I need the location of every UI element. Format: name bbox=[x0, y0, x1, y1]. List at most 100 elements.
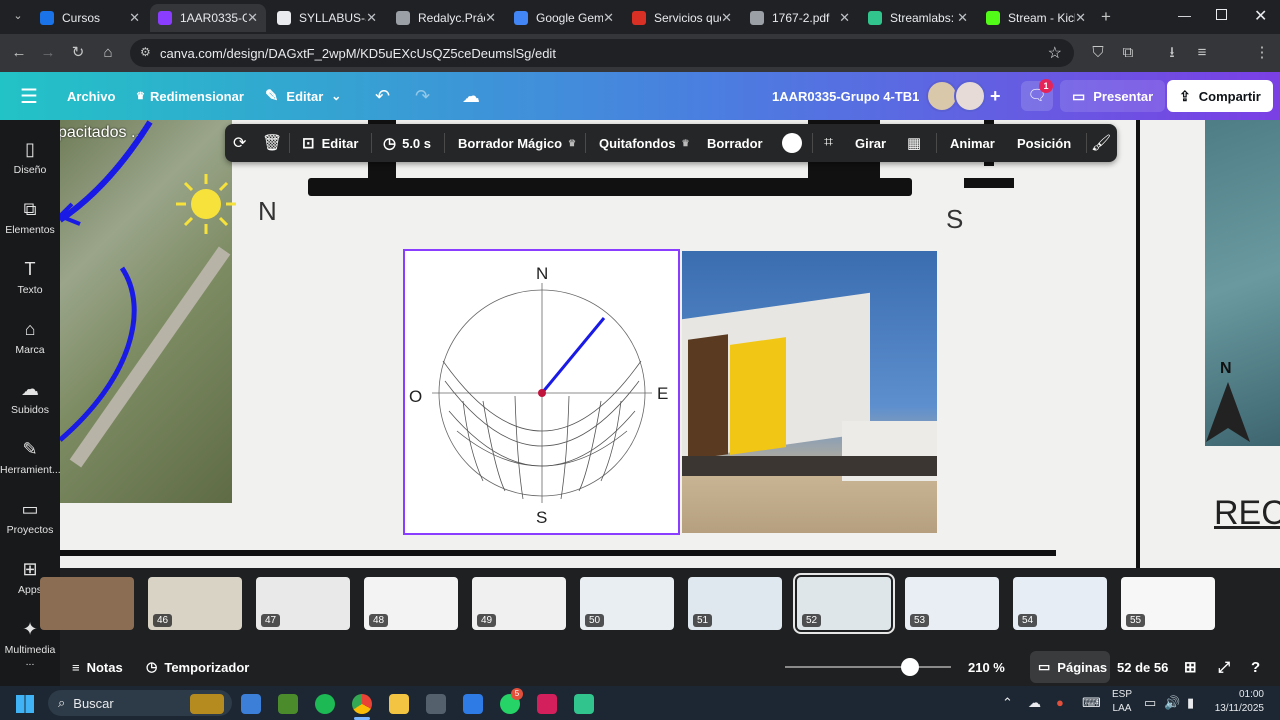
browser-tab[interactable]: SYLLABUS-S ✕ bbox=[269, 4, 385, 32]
quitafondos-button[interactable]: Quitafondos ♛ bbox=[599, 124, 690, 162]
zoom-slider[interactable] bbox=[785, 658, 951, 676]
grid-view-icon[interactable]: ⊞ bbox=[1184, 648, 1197, 686]
tab-close-icon[interactable]: ✕ bbox=[1075, 10, 1086, 26]
crop-icon[interactable]: ⌗ bbox=[824, 124, 833, 162]
posicion-button[interactable]: Posición bbox=[1017, 124, 1071, 162]
page-thumbnail[interactable]: 52 bbox=[793, 573, 895, 634]
tab-search-icon[interactable]: ⌄ bbox=[10, 9, 26, 25]
extension-shield-icon[interactable]: ⛉ bbox=[1088, 43, 1108, 63]
tab-close-icon[interactable]: ✕ bbox=[129, 10, 140, 26]
borrador-button[interactable]: Borrador bbox=[707, 124, 763, 162]
replace-icon[interactable]: ⟳ bbox=[233, 124, 246, 162]
forward-icon[interactable]: → bbox=[38, 43, 58, 63]
reload-icon[interactable]: ↻ bbox=[68, 43, 88, 63]
undo-icon[interactable]: ↶ bbox=[375, 72, 390, 120]
rail-item-2[interactable]: ⧉ Elementos bbox=[0, 198, 60, 236]
chrome-icon[interactable] bbox=[352, 694, 372, 714]
redo-icon[interactable]: ↷ bbox=[415, 72, 430, 120]
design-canvas[interactable]: pacitados ... N S N S E O N REC bbox=[60, 120, 1280, 568]
help-icon[interactable]: ? bbox=[1251, 648, 1260, 686]
app-cube-icon[interactable] bbox=[426, 694, 446, 714]
archivo-button[interactable]: Archivo bbox=[67, 72, 115, 120]
building-photo[interactable] bbox=[682, 251, 937, 533]
fullscreen-icon[interactable]: ⤢ bbox=[1218, 648, 1230, 686]
media-icon[interactable]: ≡ bbox=[1192, 43, 1212, 63]
menu-icon[interactable]: ☰ bbox=[20, 72, 38, 120]
rail-item-1[interactable]: ▯ Diseño bbox=[0, 138, 60, 176]
rail-item-6[interactable]: ✎ Herramient... bbox=[0, 438, 61, 476]
temporizador-button[interactable]: ◷ Temporizador bbox=[146, 648, 249, 686]
page-thumbnail[interactable]: 54 bbox=[1013, 577, 1107, 630]
girar-button[interactable]: Girar bbox=[855, 124, 886, 162]
rail-item-5[interactable]: ☁ Subidos bbox=[0, 378, 60, 416]
battery-icon[interactable]: ▮ bbox=[1187, 695, 1194, 711]
browser-tab[interactable]: Redalyc.Práct✕ bbox=[388, 4, 504, 32]
page-thumbnail[interactable]: 51 bbox=[688, 577, 782, 630]
duration-button[interactable]: ◷ 5.0 s bbox=[383, 124, 431, 162]
tab-close-icon[interactable]: ✕ bbox=[839, 10, 850, 26]
paginas-button[interactable]: ▭ Páginas bbox=[1030, 651, 1110, 683]
streamlabs-icon[interactable] bbox=[574, 694, 594, 714]
back-icon[interactable]: ← bbox=[9, 43, 29, 63]
bookmark-star-icon[interactable]: ☆ bbox=[1048, 43, 1062, 63]
collaborator-avatar-2[interactable] bbox=[954, 80, 986, 112]
add-collaborator-icon[interactable]: + bbox=[990, 72, 1001, 120]
editar-menu-button[interactable]: ✎ Editar ⌄ bbox=[265, 72, 341, 120]
taskview-icon[interactable] bbox=[241, 694, 261, 714]
page-thumbnail[interactable]: 46 bbox=[148, 577, 242, 630]
tab-close-icon[interactable]: ✕ bbox=[721, 10, 732, 26]
paint-format-icon[interactable]: 🖌 bbox=[1091, 124, 1111, 162]
network-icon[interactable]: ▭ bbox=[1144, 695, 1156, 711]
file-explorer-icon[interactable] bbox=[389, 694, 409, 714]
page-thumbnail[interactable]: 48 bbox=[364, 577, 458, 630]
site-info-icon[interactable]: ⚙ bbox=[140, 45, 151, 59]
keyboard-icon[interactable]: ⌨ bbox=[1082, 695, 1101, 711]
new-tab-button[interactable]: + bbox=[1101, 7, 1111, 27]
tab-close-icon[interactable]: ✕ bbox=[247, 10, 258, 26]
volume-icon[interactable]: 🔊 bbox=[1164, 695, 1180, 711]
compartir-button[interactable]: ⇪ Compartir bbox=[1167, 80, 1273, 112]
page-counter[interactable]: 52 de 56 bbox=[1117, 648, 1168, 686]
widgets-icon[interactable] bbox=[190, 694, 224, 714]
home-icon[interactable]: ⌂ bbox=[98, 43, 118, 63]
animar-button[interactable]: Animar bbox=[950, 124, 995, 162]
rail-item-3[interactable]: T Texto bbox=[0, 258, 60, 296]
design-title[interactable]: 1AAR0335-Grupo 4-TB1 bbox=[772, 72, 919, 120]
download-icon[interactable]: ⭳ bbox=[1162, 43, 1182, 63]
windows-start-icon[interactable] bbox=[16, 695, 34, 713]
browser-tab[interactable]: 1AAR0335-G ✕ bbox=[150, 4, 266, 32]
tab-close-icon[interactable]: ✕ bbox=[603, 10, 614, 26]
minimize-icon[interactable]: — bbox=[1178, 8, 1191, 23]
color-swatch[interactable] bbox=[782, 124, 802, 162]
maximize-icon[interactable] bbox=[1216, 9, 1227, 20]
browser-tab[interactable]: Google Gemi ✕ bbox=[506, 4, 622, 32]
canva-app-icon[interactable] bbox=[537, 694, 557, 714]
browser-tab[interactable]: Streamlabs: S✕ bbox=[860, 4, 976, 32]
notas-button[interactable]: ≡ Notas bbox=[72, 648, 123, 686]
page-thumbnail[interactable] bbox=[40, 577, 134, 630]
chrome-menu-icon[interactable]: ⋮ bbox=[1252, 43, 1272, 63]
page-thumbnail[interactable]: 49 bbox=[472, 577, 566, 630]
cloud-icon[interactable]: ☁ bbox=[1028, 695, 1041, 711]
redimensionar-button[interactable]: ♛ Redimensionar bbox=[136, 72, 244, 120]
page-thumbnail[interactable]: 53 bbox=[905, 577, 999, 630]
delete-icon[interactable]: 🗑 bbox=[262, 124, 282, 162]
browser-tab[interactable]: Cursos ✕ bbox=[32, 4, 148, 32]
chevron-up-icon[interactable]: ⌃ bbox=[1002, 695, 1013, 711]
borrador-magico-button[interactable]: Borrador Mágico ♛ bbox=[458, 124, 576, 162]
transparency-icon[interactable]: ▦ bbox=[907, 124, 921, 162]
presentar-button[interactable]: ▭ Presentar bbox=[1060, 80, 1166, 112]
zoom-slider-knob[interactable] bbox=[900, 658, 919, 676]
tab-close-icon[interactable]: ✕ bbox=[957, 10, 968, 26]
editor-icon[interactable] bbox=[463, 694, 483, 714]
rail-item-4[interactable]: ⌂ Marca bbox=[0, 318, 60, 356]
extensions-icon[interactable]: ⧉ bbox=[1118, 43, 1138, 63]
clock[interactable]: 01:00 13/11/2025 bbox=[1212, 688, 1264, 716]
minecraft-icon[interactable] bbox=[278, 694, 298, 714]
microphone-icon[interactable]: ● bbox=[1056, 695, 1064, 710]
address-bar[interactable]: ⚙ canva.com/design/DAGxtF_2wpM/KD5uEXcUs… bbox=[130, 39, 1074, 67]
sun-path-diagram[interactable]: N S E O bbox=[403, 249, 680, 535]
tab-close-icon[interactable]: ✕ bbox=[485, 10, 496, 26]
browser-tab[interactable]: Stream - Kick ✕ bbox=[978, 4, 1094, 32]
browser-tab[interactable]: 1767-2.pdf ✕ bbox=[742, 4, 858, 32]
